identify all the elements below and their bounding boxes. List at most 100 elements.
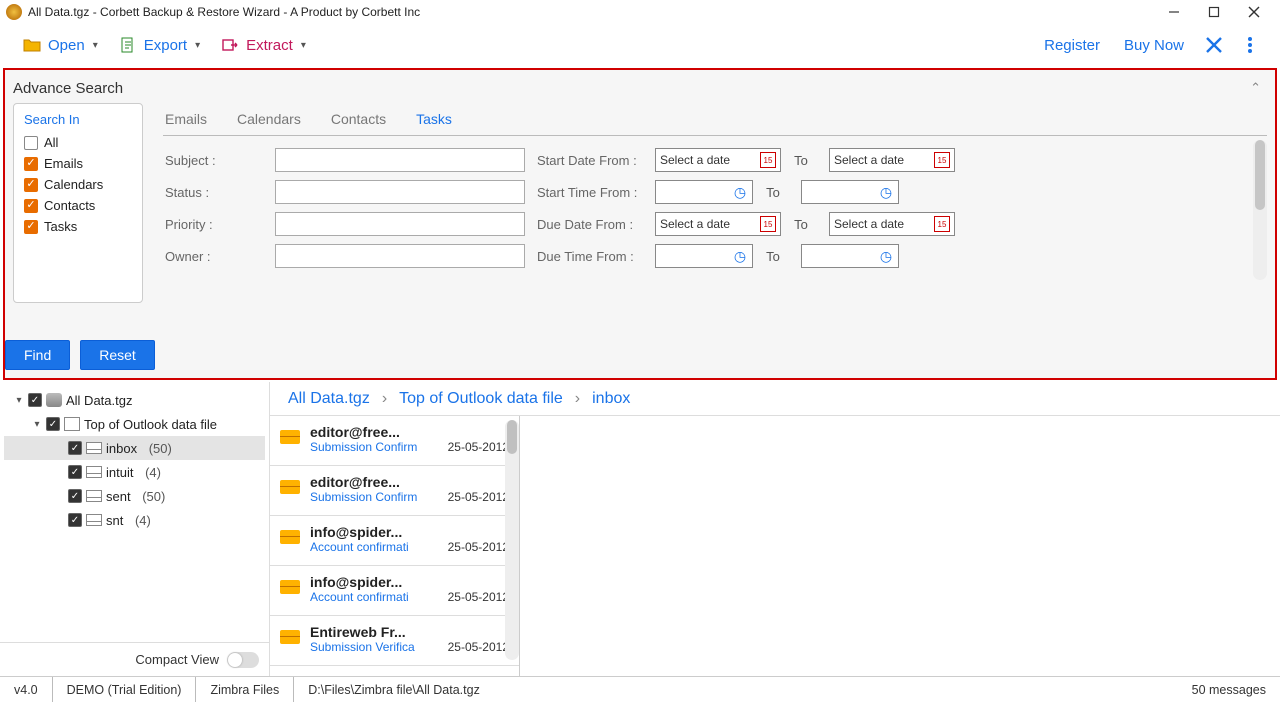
search-in-panel: Search In AllEmailsCalendarsContactsTask… <box>13 103 143 303</box>
title-bar: All Data.tgz - Corbett Backup & Restore … <box>0 0 1280 24</box>
checkbox-icon[interactable] <box>24 136 38 150</box>
export-button[interactable]: Export ▾ <box>108 31 210 59</box>
due-time-from-picker[interactable]: ◷ <box>655 244 753 268</box>
compact-view-row: Compact View <box>0 642 269 676</box>
extract-label: Extract <box>246 37 293 54</box>
priority-input[interactable] <box>275 212 525 236</box>
message-subject: Submission Confirm <box>310 490 417 504</box>
register-link[interactable]: Register <box>1032 33 1112 58</box>
search-in-item[interactable]: Emails <box>24 156 132 171</box>
checkbox-icon[interactable] <box>24 178 38 192</box>
tree-folder[interactable]: inbox (50) <box>4 436 265 460</box>
mail-folder-icon <box>86 466 102 478</box>
open-button[interactable]: Open ▾ <box>12 31 108 59</box>
calendar-icon: 15 <box>934 216 950 232</box>
find-button[interactable]: Find <box>5 340 70 370</box>
message-item[interactable]: editor@free...Submission Confirm25-05-20… <box>270 466 519 516</box>
search-in-label: All <box>44 135 58 150</box>
caret-down-icon: ▾ <box>195 40 200 51</box>
tree-outlook[interactable]: ▾Top of Outlook data file <box>4 412 265 436</box>
checkbox-icon[interactable] <box>68 513 82 527</box>
tree-folder[interactable]: intuit (4) <box>4 460 265 484</box>
list-scrollbar[interactable] <box>505 420 519 660</box>
main-toolbar: Open ▾ Export ▾ Extract ▾ Register Buy N… <box>0 24 1280 66</box>
close-window-button[interactable] <box>1234 1 1274 23</box>
checkbox-icon[interactable] <box>24 157 38 171</box>
search-in-label: Calendars <box>44 177 103 192</box>
message-subject: Account confirmati <box>310 590 409 604</box>
minimize-button[interactable] <box>1154 1 1194 23</box>
mail-icon <box>280 630 300 644</box>
tree-root[interactable]: ▾All Data.tgz <box>4 388 265 412</box>
form-scrollbar[interactable] <box>1253 140 1267 280</box>
extract-button[interactable]: Extract ▾ <box>210 31 316 59</box>
mail-icon <box>280 430 300 444</box>
start-time-to-picker[interactable]: ◷ <box>801 180 899 204</box>
due-time-to-picker[interactable]: ◷ <box>801 244 899 268</box>
due-date-from-picker[interactable]: Select a date15 <box>655 212 781 236</box>
reset-button[interactable]: Reset <box>80 340 155 370</box>
db-icon <box>46 393 62 407</box>
start-date-from-picker[interactable]: Select a date15 <box>655 148 781 172</box>
search-in-item[interactable]: Contacts <box>24 198 132 213</box>
buy-now-link[interactable]: Buy Now <box>1112 33 1196 58</box>
message-item[interactable]: Entireweb Fr...Submission Verifica25-05-… <box>270 616 519 666</box>
message-item[interactable]: info@spider...Account confirmati 25-05-20… <box>270 566 519 616</box>
subject-input[interactable] <box>275 148 525 172</box>
message-item[interactable]: editor@free...Submission Confirm25-05-20… <box>270 416 519 466</box>
message-from: editor@free... <box>310 424 509 440</box>
advance-search-title: Advance Search <box>13 80 1267 97</box>
folder-count: (4) <box>145 465 161 480</box>
owner-input[interactable] <box>275 244 525 268</box>
tab-calendars[interactable]: Calendars <box>237 111 301 127</box>
checkbox-icon[interactable] <box>68 465 82 479</box>
folder-count: (50) <box>142 489 165 504</box>
clock-icon: ◷ <box>732 184 748 200</box>
maximize-button[interactable] <box>1194 1 1234 23</box>
tab-contacts[interactable]: Contacts <box>331 111 386 127</box>
checkbox-icon[interactable] <box>68 489 82 503</box>
calendar-icon: 15 <box>934 152 950 168</box>
status-input[interactable] <box>275 180 525 204</box>
folder-name: inbox <box>106 441 137 456</box>
start-date-to-picker[interactable]: Select a date15 <box>829 148 955 172</box>
mail-folder-icon <box>86 514 102 526</box>
message-item[interactable]: info@spider...Account confirmati25-05-20… <box>270 516 519 566</box>
search-in-item[interactable]: Tasks <box>24 219 132 234</box>
search-in-label: Contacts <box>44 198 95 213</box>
due-time-from-label: Due Time From : <box>525 249 647 264</box>
search-in-item[interactable]: Calendars <box>24 177 132 192</box>
search-in-item[interactable]: All <box>24 135 132 150</box>
tree-folder[interactable]: snt (4) <box>4 508 265 532</box>
checkbox-icon[interactable] <box>24 220 38 234</box>
start-time-from-picker[interactable]: ◷ <box>655 180 753 204</box>
clock-icon: ◷ <box>878 184 894 200</box>
checkbox-icon[interactable] <box>28 393 42 407</box>
message-date: 25-05-2012 <box>448 490 509 504</box>
close-panel-button[interactable] <box>1196 27 1232 63</box>
message-date: 25-05-2012 <box>448 640 509 654</box>
compact-view-toggle[interactable] <box>227 652 259 668</box>
search-tabs: Emails Calendars Contacts Tasks <box>163 103 1267 136</box>
collapse-icon[interactable]: ⌃ <box>1250 80 1261 96</box>
due-date-to-picker[interactable]: Select a date15 <box>829 212 955 236</box>
checkbox-icon[interactable] <box>24 199 38 213</box>
to-label: To <box>753 185 793 200</box>
checkbox-icon[interactable] <box>68 441 82 455</box>
message-date: 25-05-2012 <box>448 590 509 604</box>
checkbox-icon[interactable] <box>46 417 60 431</box>
priority-label: Priority : <box>163 217 275 232</box>
message-from: info@spider... <box>310 574 509 590</box>
tree-folder[interactable]: sent (50) <box>4 484 265 508</box>
more-menu-button[interactable] <box>1232 27 1268 63</box>
crumb-item[interactable]: All Data.tgz <box>288 390 370 408</box>
tab-emails[interactable]: Emails <box>165 111 207 127</box>
clock-icon: ◷ <box>878 248 894 264</box>
tab-tasks[interactable]: Tasks <box>416 111 452 127</box>
message-date: 25-05-2012 <box>448 540 509 554</box>
crumb-item[interactable]: inbox <box>592 390 630 408</box>
folder-count: (50) <box>149 441 172 456</box>
crumb-item[interactable]: Top of Outlook data file <box>399 390 563 408</box>
status-path: D:\Files\Zimbra file\All Data.tgz <box>294 677 494 702</box>
to-label: To <box>781 153 821 168</box>
